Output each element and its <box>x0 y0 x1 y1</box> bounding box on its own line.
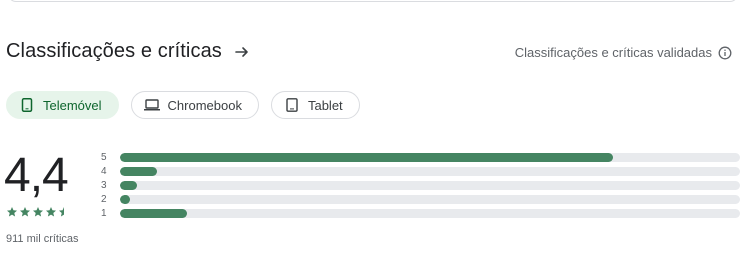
info-icon[interactable] <box>718 46 732 60</box>
histogram-label: 2 <box>101 193 107 205</box>
histogram-row: 3 <box>100 178 740 192</box>
histogram-track <box>120 180 740 190</box>
previous-card-edge <box>8 0 738 2</box>
star-icon <box>46 207 56 217</box>
histogram-row: 2 <box>100 192 740 206</box>
chip-label: Telemóvel <box>43 97 102 113</box>
histogram-track <box>120 152 740 162</box>
histogram-bar <box>120 194 130 204</box>
section-title: Classificações e críticas <box>6 40 222 62</box>
histogram-label: 3 <box>101 179 107 191</box>
histogram-bar <box>120 152 613 162</box>
chip-tablet[interactable]: Tablet <box>270 91 360 119</box>
laptop-icon <box>143 97 160 113</box>
star-icon <box>33 207 43 217</box>
histogram-track <box>120 208 740 218</box>
histogram-row: 5 <box>100 150 740 164</box>
review-count: 911 mil críticas <box>6 233 79 245</box>
chip-label: Chromebook <box>167 97 242 113</box>
star-icon <box>20 207 30 217</box>
chip-label: Tablet <box>307 97 343 113</box>
phone-icon <box>19 97 35 113</box>
histogram-label: 4 <box>101 165 107 177</box>
star-icon <box>7 207 17 217</box>
histogram-label: 5 <box>101 151 107 163</box>
histogram-track <box>120 194 740 204</box>
histogram-label: 1 <box>101 207 107 219</box>
chip-phone[interactable]: Telemóvel <box>6 91 119 119</box>
verified-ratings-link[interactable]: Classificações e críticas validadas <box>515 45 712 60</box>
star-rating <box>6 206 70 218</box>
average-rating: 4,4 <box>4 149 69 202</box>
histogram-row: 4 <box>100 164 740 178</box>
histogram-bar <box>120 180 138 190</box>
rating-histogram: 5 4 3 2 1 <box>100 150 740 220</box>
histogram-bar <box>120 208 187 218</box>
tablet-icon <box>284 97 300 113</box>
histogram-row: 1 <box>100 206 740 220</box>
chip-chromebook[interactable]: Chromebook <box>130 91 259 119</box>
device-filter-chips: Telemóvel Chromebook Tablet <box>6 91 360 119</box>
ratings-section: Classificações e críticas Classificações… <box>0 0 756 266</box>
star-half-icon <box>59 207 69 217</box>
histogram-track <box>120 166 740 176</box>
histogram-bar <box>120 166 158 176</box>
arrow-right-icon[interactable] <box>232 42 252 62</box>
